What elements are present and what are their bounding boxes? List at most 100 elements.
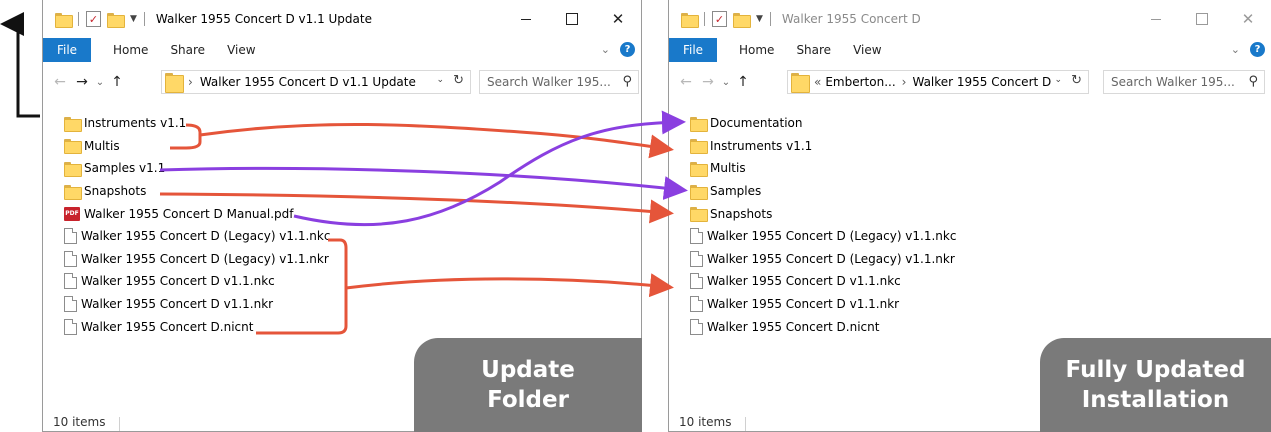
folder-icon [690,139,708,155]
address-bar[interactable]: « Emberton... › Walker 1955 Concert D ⌄ … [787,70,1089,94]
folder-item[interactable]: Snapshots [43,180,641,203]
item-name: Walker 1955 Concert D.nicnt [81,319,254,334]
toolbar-separator [704,12,705,26]
breadcrumb-separator[interactable]: › [188,75,193,89]
file-item[interactable]: Walker 1955 Concert D (Legacy) v1.1.nkc [43,225,641,248]
customize-toolbar-dropdown-icon[interactable]: ▼ [756,14,763,24]
file-item[interactable]: Walker 1955 Concert D v1.1.nkc [43,270,641,293]
document-icon [64,318,77,335]
address-path[interactable]: Walker 1955 Concert D v1.1 Update [200,75,416,89]
folder-item[interactable]: Instruments v1.1 [669,135,1271,158]
properties-check-icon[interactable]: ✓ [86,11,101,27]
breadcrumb-emberton[interactable]: Emberton... [825,75,895,89]
folder-item[interactable]: Instruments v1.1 [43,112,641,135]
document-icon [690,250,703,267]
tab-view[interactable]: View [853,43,881,57]
folder-icon [690,116,708,132]
ribbon-right-controls: ⌄ ? [601,42,635,57]
minimize-button[interactable] [503,0,549,38]
tab-home[interactable]: Home [113,43,148,57]
search-input[interactable]: Search Walker 195... ⚲ [1103,70,1265,94]
file-item[interactable]: Walker 1955 Concert D (Legacy) v1.1.nkc [669,225,1271,248]
search-icon[interactable]: ⚲ [622,74,632,89]
help-icon[interactable]: ? [1250,42,1265,57]
item-name: Samples [710,184,762,199]
tab-file[interactable]: File [669,38,717,62]
quick-access-toolbar: ✓ ▼ [681,11,778,28]
expand-ribbon-chevron-icon[interactable]: ⌄ [601,43,610,56]
folder-item[interactable]: Multis [43,135,641,158]
item-name: Instruments v1.1 [84,116,187,131]
folder-item[interactable]: Snapshots [669,202,1271,225]
file-list: Instruments v1.1 Multis Samples v1.1 Snapsh… [43,112,641,338]
tab-share[interactable]: Share [170,43,205,57]
refresh-icon[interactable]: ↻ [1071,73,1082,88]
toolbar-separator [769,12,771,26]
forward-arrow-icon[interactable]: → [71,74,93,90]
item-name: Walker 1955 Concert D.nicnt [707,319,880,334]
folder-icon [690,207,708,223]
file-item[interactable]: Walker 1955 Concert D.nicnt [43,315,641,338]
file-item[interactable]: Walker 1955 Concert D (Legacy) v1.1.nkr [669,248,1271,271]
breadcrumb-overflow[interactable]: « [814,75,821,89]
close-button[interactable]: ✕ [1225,0,1271,38]
item-name: Snapshots [710,206,773,221]
maximize-button[interactable] [1179,0,1225,38]
search-icon[interactable]: ⚲ [1248,74,1258,89]
up-arrow-icon[interactable]: ↑ [107,74,127,90]
ribbon-tabs: File Home Share View ⌄ ? [43,38,641,62]
status-separator [745,417,746,431]
breadcrumb-separator[interactable]: › [902,75,907,89]
expand-ribbon-chevron-icon[interactable]: ⌄ [1231,43,1240,56]
navigation-bar: ← → ⌄ ↑ › Walker 1955 Concert D v1.1 Upd… [43,68,641,96]
document-icon [64,228,77,245]
minimize-button[interactable] [1133,0,1179,38]
back-arrow-icon[interactable]: ← [49,74,71,90]
new-folder-icon[interactable] [107,12,125,28]
search-input[interactable]: Search Walker 195... ⚲ [479,70,639,94]
tab-view[interactable]: View [227,43,255,57]
file-item[interactable]: Walker 1955 Concert D v1.1.nkr [669,293,1271,316]
document-icon [690,318,703,335]
close-button[interactable]: ✕ [595,0,641,38]
tab-file[interactable]: File [43,38,91,62]
address-path[interactable]: Walker 1955 Concert D [912,75,1051,89]
folder-icon[interactable] [55,12,73,28]
help-icon[interactable]: ? [620,42,635,57]
item-name: Walker 1955 Concert D (Legacy) v1.1.nkc [81,229,331,244]
folder-icon [64,116,82,132]
folder-icon[interactable] [681,12,699,28]
refresh-icon[interactable]: ↻ [453,73,464,88]
address-dropdown-icon[interactable]: ⌄ [436,75,444,85]
document-icon [64,250,77,267]
folder-item[interactable]: Multis [669,157,1271,180]
toolbar-separator [78,12,79,26]
file-item[interactable]: Walker 1955 Concert D v1.1.nkc [669,270,1271,293]
new-folder-icon[interactable] [733,12,751,28]
folder-icon [791,73,810,93]
recent-locations-chevron-icon[interactable]: ⌄ [93,77,107,88]
tab-home[interactable]: Home [739,43,774,57]
tab-share[interactable]: Share [796,43,831,57]
recent-locations-chevron-icon[interactable]: ⌄ [719,77,733,88]
address-bar[interactable]: › Walker 1955 Concert D v1.1 Update ⌄ ↻ [161,70,471,94]
folder-item[interactable]: Samples v1.1 [43,157,641,180]
title-bar: ✓ ▼ Walker 1955 Concert D ✕ [669,0,1271,38]
file-item[interactable]: Walker 1955 Concert D v1.1.nkr [43,293,641,316]
file-item[interactable]: Walker 1955 Concert D.nicnt [669,315,1271,338]
pdf-icon: PDF [64,206,80,221]
customize-toolbar-dropdown-icon[interactable]: ▼ [130,14,137,24]
forward-arrow-icon[interactable]: → [697,74,719,90]
up-arrow-icon[interactable]: ↑ [733,74,753,90]
maximize-button[interactable] [549,0,595,38]
file-item[interactable]: PDF Walker 1955 Concert D Manual.pdf [43,202,641,225]
caption-buttons: ✕ [503,0,641,38]
properties-check-icon[interactable]: ✓ [712,11,727,27]
folder-item[interactable]: Documentation [669,112,1271,135]
item-name: Documentation [710,116,803,131]
back-arrow-icon[interactable]: ← [675,74,697,90]
address-dropdown-icon[interactable]: ⌄ [1054,75,1062,85]
item-name: Walker 1955 Concert D v1.1.nkc [707,274,901,289]
file-item[interactable]: Walker 1955 Concert D (Legacy) v1.1.nkr [43,248,641,271]
folder-item[interactable]: Samples [669,180,1271,203]
